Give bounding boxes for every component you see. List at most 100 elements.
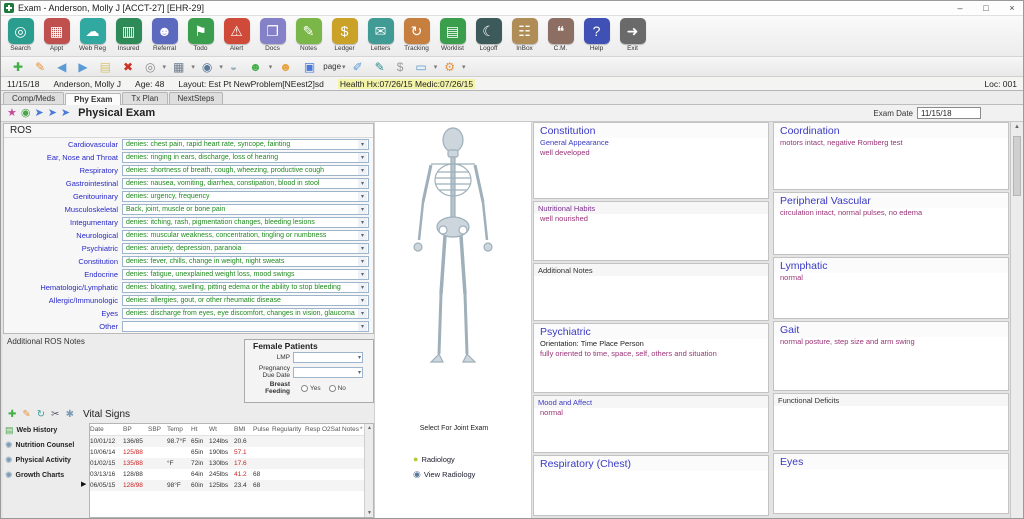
tracking-button[interactable]: ↻ Tracking xyxy=(401,18,432,52)
search-button[interactable]: ◎ Search xyxy=(5,18,36,52)
tab-phy-exam[interactable]: Phy Exam xyxy=(65,93,122,105)
patient-orange-icon[interactable]: ☻ xyxy=(279,61,292,73)
column-header[interactable]: Wt xyxy=(209,426,234,433)
lmp-dropdown[interactable]: ▾ xyxy=(293,352,363,363)
column-header[interactable]: BMI xyxy=(234,426,253,433)
c-m--button[interactable]: ❝ C.M. xyxy=(545,18,576,52)
column-header[interactable]: SBP xyxy=(148,426,167,433)
radiology-link[interactable]: ● Radiology xyxy=(413,454,455,464)
exam-panel-nutritional-habits[interactable]: Nutritional Habits well nourished xyxy=(533,201,769,261)
docs-button[interactable]: ❐ Docs xyxy=(257,18,288,52)
billing-icon[interactable]: $ xyxy=(397,61,404,73)
exam-panel-gait[interactable]: Gait normal posture, step size and arm sw… xyxy=(773,321,1009,391)
back-icon[interactable]: ◀ xyxy=(57,61,66,73)
close-button[interactable]: × xyxy=(999,1,1023,15)
ledger-button[interactable]: $ Ledger xyxy=(329,18,360,52)
ros-dropdown-psychiatric[interactable]: denies: anxiety, depression, paranoia ▾ xyxy=(122,243,369,254)
tab-tx-plan[interactable]: Tx Plan xyxy=(122,92,168,104)
ros-dropdown-neurological[interactable]: denies: muscular weakness, concentration… xyxy=(122,230,369,241)
letters-button[interactable]: ✉ Letters xyxy=(365,18,396,52)
forward-arrow-icon[interactable]: ➤ xyxy=(61,107,70,119)
ros-dropdown-musculoskeletal[interactable]: Back, joint, muscle or bone pain ▾ xyxy=(122,204,369,215)
view-icon[interactable]: ◉ xyxy=(202,61,212,73)
dropdown-arrow-icon[interactable]: ▾ xyxy=(434,63,438,71)
exam-panel-additional-notes[interactable]: Additional Notes xyxy=(533,263,769,321)
ros-dropdown-other[interactable]: ▾ xyxy=(122,321,369,332)
ros-dropdown-hematologic-lymphatic[interactable]: denies: bloating, swelling, pitting edem… xyxy=(122,282,369,293)
add-icon[interactable]: ✚ xyxy=(8,409,16,420)
globe-icon[interactable]: ◉ xyxy=(21,107,31,119)
scroll-up-icon[interactable]: ▲ xyxy=(367,425,372,431)
ros-dropdown-endocrine[interactable]: denies: fatigue, unexplained weight loss… xyxy=(122,269,369,280)
exit-button[interactable]: ➜ Exit xyxy=(617,18,648,52)
view-radiology-link[interactable]: ◉ View Radiology xyxy=(413,469,475,480)
sidebar-item-growth-charts[interactable]: ✺ Growth Charts xyxy=(3,468,89,483)
page-scrollbar[interactable]: ▲ xyxy=(1010,122,1023,518)
scroll-down-icon[interactable]: ▼ xyxy=(367,510,372,516)
insured-button[interactable]: ▥ Insured xyxy=(113,18,144,52)
table-row[interactable]: 10/06/14 125/88 65in 190lbs 57.1 xyxy=(90,447,373,458)
column-header[interactable]: Pulse xyxy=(253,426,272,433)
alert-button[interactable]: ⚠ Alert xyxy=(221,18,252,52)
column-header[interactable]: BP xyxy=(123,426,148,433)
exam-panel-coordination[interactable]: Coordination motors intact, negative Romb… xyxy=(773,122,1009,190)
maximize-button[interactable]: □ xyxy=(973,1,999,15)
todo-button[interactable]: ⚑ Todo xyxy=(185,18,216,52)
exam-panel-lymphatic[interactable]: Lymphatic normal xyxy=(773,257,1009,319)
tab-comp-meds[interactable]: Comp/Meds xyxy=(3,92,65,104)
exam-panel-mood-and-affect[interactable]: Mood and Affect normal xyxy=(533,395,769,453)
dropdown-arrow-icon[interactable]: ▾ xyxy=(219,63,223,71)
sidebar-item-nutrition-counsel[interactable]: ✺ Nutrition Counsel xyxy=(3,438,89,453)
pen-icon[interactable]: ✎ xyxy=(375,61,385,73)
table-row[interactable]: 06/05/15 128/98 98°F 60in 125lbs 23.4 68 xyxy=(90,480,373,491)
notes-button[interactable]: ✎ Notes xyxy=(293,18,324,52)
dropdown-arrow-icon[interactable]: ▾ xyxy=(462,63,466,71)
sidebar-item-web-history[interactable]: ▤ Web History xyxy=(3,423,89,438)
forward-arrow-icon[interactable]: ➤ xyxy=(34,107,43,119)
exam-panel-constitution[interactable]: Constitution General Appearance well devel… xyxy=(533,122,769,199)
worklist-button[interactable]: ▤ Worklist xyxy=(437,18,468,52)
ros-dropdown-integumentary[interactable]: denies: itching, rash, pigmentation chan… xyxy=(122,217,369,228)
minimize-button[interactable]: – xyxy=(947,1,973,15)
page-icon[interactable]: ▣ xyxy=(304,61,315,73)
ros-dropdown-respiratory[interactable]: denies: shortness of breath, cough, whee… xyxy=(122,165,369,176)
dropdown-arrow-icon[interactable]: ▾ xyxy=(162,63,166,71)
star-icon[interactable]: ★ xyxy=(7,107,17,119)
sidebar-item-physical-activity[interactable]: ✺ Physical Activity xyxy=(3,453,89,468)
transfer-icon[interactable]: ◒ xyxy=(230,61,237,73)
ros-dropdown-cardiovascular[interactable]: denies: chest pain, rapid heart rate, sy… xyxy=(122,139,369,150)
delete-icon[interactable]: ✖ xyxy=(123,61,133,73)
help-button[interactable]: ? Help xyxy=(581,18,612,52)
referral-button[interactable]: ☻ Referral xyxy=(149,18,180,52)
ros-dropdown-ear-nose-and-throat[interactable]: denies: ringing in ears, discharge, loss… xyxy=(122,152,369,163)
scroll-up-icon[interactable]: ▲ xyxy=(1014,124,1020,130)
column-header[interactable]: Regularity xyxy=(272,426,305,433)
column-header[interactable]: Resp xyxy=(305,426,322,433)
pregnancy-due-date-dropdown[interactable]: ▾ xyxy=(293,366,363,378)
dropdown-arrow-icon[interactable]: ▾ xyxy=(269,63,273,71)
column-header[interactable]: O2Sat xyxy=(322,426,342,433)
refresh-icon[interactable]: ↻ xyxy=(37,409,45,420)
appt-button[interactable]: ▦ Appt xyxy=(41,18,72,52)
forward-icon[interactable]: ▶ xyxy=(78,61,87,73)
table-row[interactable]: 10/01/12 136/85 98.7°F 65in 124lbs 20.6 xyxy=(90,436,373,447)
options-icon[interactable]: ✱ xyxy=(66,409,74,420)
breast-feeding-yes-radio[interactable] xyxy=(301,384,308,392)
ros-dropdown-allergic-immunologic[interactable]: denies: allergies, gout, or other rheuma… xyxy=(122,295,369,306)
exam-panel-functional-deficits[interactable]: Functional Deficits xyxy=(773,393,1009,451)
ros-dropdown-gastrointestinal[interactable]: denies: nausea, vomiting, diarrhea, cons… xyxy=(122,178,369,189)
skeleton-figure[interactable] xyxy=(393,124,513,424)
patient-green-icon[interactable]: ☻ xyxy=(249,61,262,73)
vital-signs-scrollbar[interactable]: ▲ ▼ xyxy=(364,424,373,517)
cut-icon[interactable]: ✂ xyxy=(51,409,59,420)
edit-icon[interactable]: ✎ xyxy=(35,61,45,73)
edit-icon[interactable]: ✎ xyxy=(22,409,30,420)
ros-dropdown-eyes[interactable]: denies: discharge from eyes, eye discomf… xyxy=(122,308,369,319)
tab-nextsteps[interactable]: NextSteps xyxy=(168,92,224,104)
brush-icon[interactable]: ✐ xyxy=(353,61,363,73)
column-header[interactable]: Ht xyxy=(191,426,209,433)
forward-arrow-icon[interactable]: ➤ xyxy=(48,107,57,119)
inbox-button[interactable]: ☷ InBox xyxy=(509,18,540,52)
exam-panel-eyes[interactable]: Eyes xyxy=(773,453,1009,514)
table-row[interactable]: 01/02/15 135/88 °F 72in 130lbs 17.6 xyxy=(90,458,373,469)
